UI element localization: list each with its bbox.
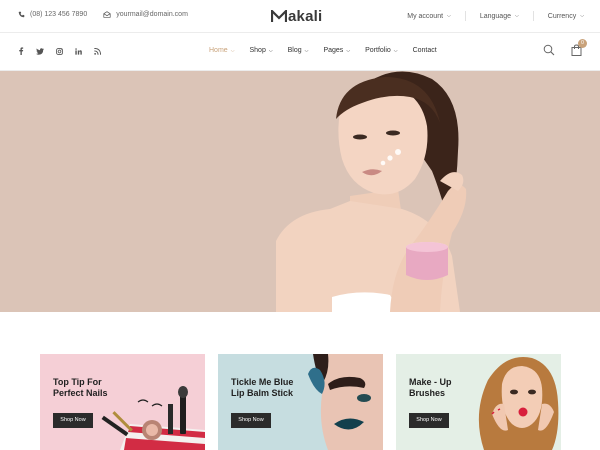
- menu-item-label: Home: [209, 47, 228, 54]
- currency-label: Currency: [547, 12, 577, 20]
- chevron-down-icon: ⌵: [230, 47, 235, 54]
- hero-banner[interactable]: [0, 71, 600, 312]
- phone-icon: [18, 11, 25, 18]
- instagram-icon[interactable]: [56, 47, 63, 55]
- mail-icon: [103, 11, 111, 18]
- chevron-down-icon: ⌵: [346, 47, 351, 54]
- chevron-down-icon: ⌵: [268, 47, 273, 54]
- contact-info: (08) 123 456 7890 yourmail@domain.com: [18, 11, 204, 18]
- menu-item-home[interactable]: Home ⌵: [209, 47, 234, 54]
- menu-item-label: Blog: [287, 47, 302, 54]
- currency-dropdown[interactable]: Currency ⌵: [548, 13, 584, 20]
- cart-button[interactable]: 0: [571, 39, 587, 61]
- menu-item-shop[interactable]: Shop ⌵: [249, 47, 272, 54]
- facebook-icon[interactable]: [18, 47, 24, 55]
- social-links: [18, 47, 113, 55]
- site-logo[interactable]: akali: [271, 8, 322, 25]
- my-account-label: My account: [407, 12, 444, 20]
- promo-title: Tickle Me Blue Lip Balm Stick: [231, 377, 294, 398]
- chevron-down-icon: ⌵: [580, 13, 584, 19]
- language-dropdown[interactable]: Language ⌵: [480, 13, 519, 20]
- divider: [532, 11, 534, 21]
- main-menu: Home ⌵ Shop ⌵ Blog ⌵ Pages ⌵ Portfolio ⌵ Cont…: [209, 47, 452, 54]
- promo-title: Top Tip For Perfect Nails: [53, 377, 108, 398]
- logo-text: akali: [288, 8, 323, 25]
- promo-title: Make - Up Brushes: [409, 377, 452, 398]
- menu-item-portfolio[interactable]: Portfolio ⌵: [365, 47, 397, 54]
- email-item[interactable]: yourmail@domain.com: [103, 11, 188, 18]
- menu-item-pages[interactable]: Pages ⌵: [323, 47, 350, 54]
- account-menus: My account ⌵ Language ⌵ Currency ⌵: [393, 11, 584, 21]
- menu-item-contact[interactable]: Contact: [413, 47, 437, 54]
- hero-model-image: [276, 71, 467, 312]
- language-label: Language: [479, 12, 511, 20]
- chevron-down-icon: ⌵: [515, 13, 519, 19]
- menu-item-label: Contact: [412, 47, 437, 54]
- my-account-dropdown[interactable]: My account ⌵: [407, 13, 451, 20]
- chevron-down-icon: ⌵: [447, 13, 451, 19]
- brushes-model-image: [478, 356, 559, 450]
- lip-balm-model-image: [308, 354, 383, 450]
- nav-actions: 0: [543, 39, 587, 61]
- promo-card-nails[interactable]: Top Tip For Perfect Nails Shop Now: [40, 354, 205, 450]
- shop-now-button[interactable]: Shop Now: [409, 413, 449, 428]
- search-icon[interactable]: [543, 43, 555, 61]
- linkedin-icon[interactable]: [75, 47, 82, 55]
- phone-item[interactable]: (08) 123 456 7890: [18, 11, 87, 18]
- menu-item-label: Portfolio: [365, 47, 391, 54]
- menu-item-blog[interactable]: Blog ⌵: [288, 47, 309, 54]
- shop-now-button[interactable]: Shop Now: [231, 413, 271, 428]
- divider: [464, 11, 466, 21]
- email-address: yourmail@domain.com: [116, 11, 188, 18]
- menu-item-label: Pages: [323, 47, 344, 54]
- top-bar: (08) 123 456 7890 yourmail@domain.com ak…: [0, 0, 600, 33]
- chevron-down-icon: ⌵: [393, 47, 398, 54]
- promo-card-lip-balm[interactable]: Tickle Me Blue Lip Balm Stick Shop Now: [218, 354, 383, 450]
- twitter-icon[interactable]: [36, 47, 44, 55]
- rss-icon[interactable]: [94, 47, 101, 55]
- cart-count-badge: 0: [578, 39, 587, 48]
- chevron-down-icon: ⌵: [304, 47, 309, 54]
- phone-number: (08) 123 456 7890: [30, 11, 88, 18]
- shop-now-button[interactable]: Shop Now: [53, 413, 93, 428]
- promo-card-brushes[interactable]: Make - Up Brushes Shop Now: [396, 354, 561, 450]
- logo-m-mark: [271, 10, 287, 22]
- menu-item-label: Shop: [249, 47, 266, 54]
- main-navbar: Home ⌵ Shop ⌵ Blog ⌵ Pages ⌵ Portfolio ⌵ Cont…: [0, 34, 600, 71]
- nails-products-image: [101, 386, 205, 450]
